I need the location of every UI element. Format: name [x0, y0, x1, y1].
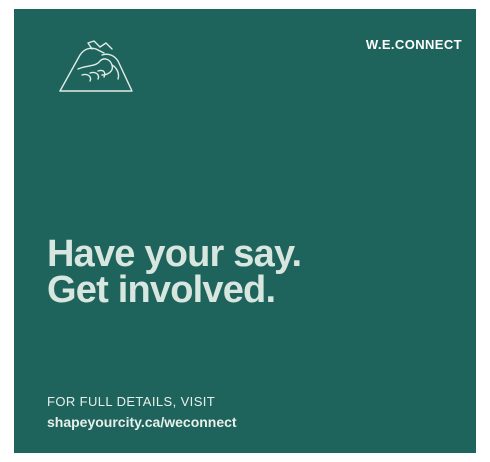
headline-line-2: Get involved. — [47, 269, 276, 311]
handshake-icon — [59, 40, 133, 92]
headline-line-1: Have your say. — [47, 233, 302, 275]
poster: W.E.CONNECT Have your say. Get involved.… — [14, 9, 476, 453]
headline: Have your say. Get involved. — [47, 233, 302, 311]
details-label: FOR FULL DETAILS, VISIT — [47, 394, 216, 409]
details-url[interactable]: shapeyourcity.ca/weconnect — [47, 414, 237, 430]
brand-name: W.E.CONNECT — [365, 37, 462, 52]
